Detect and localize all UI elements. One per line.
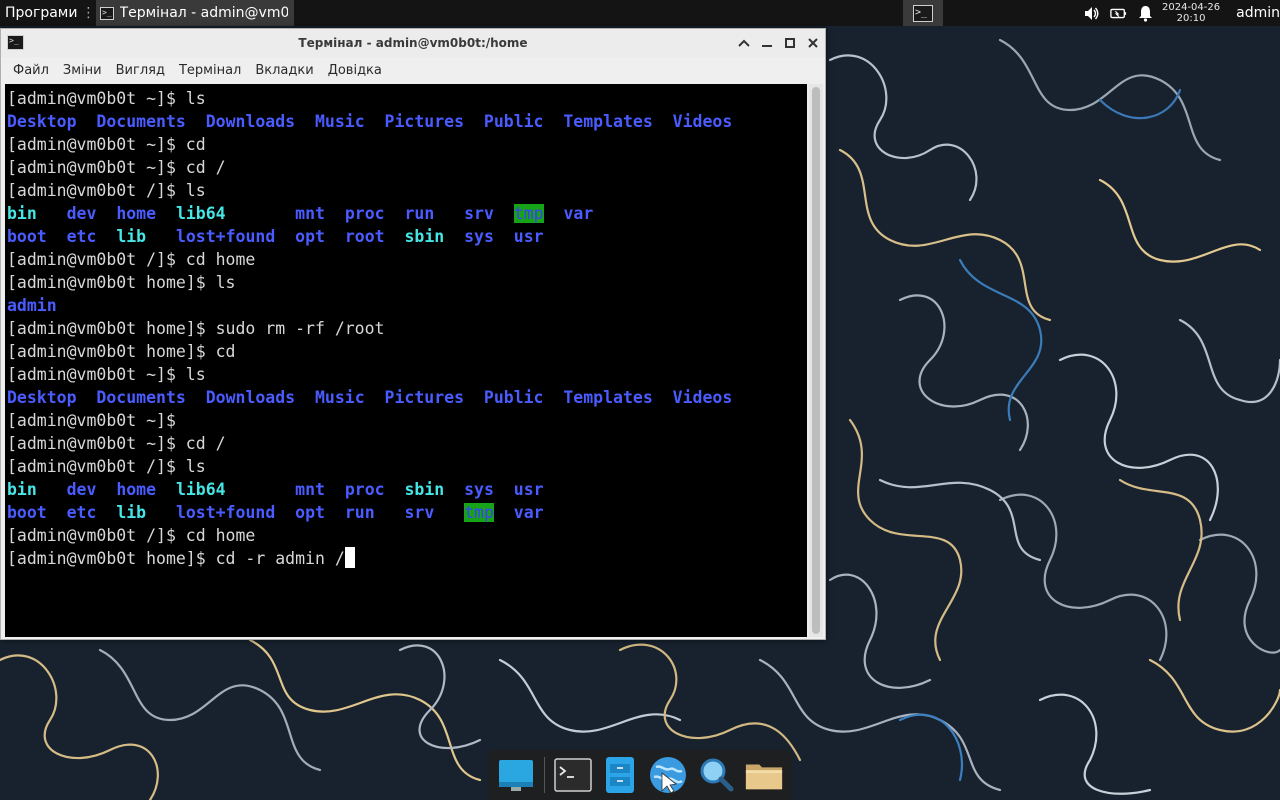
window-title: Термінал - admin@vm0b0t:/home [298, 36, 528, 50]
terminal-output[interactable]: [admin@vm0b0t ~]$ ls Desktop Documents Do… [5, 84, 807, 637]
applications-menu-button[interactable]: Програми ⋮ [0, 0, 96, 26]
window-maximize-button[interactable] [781, 33, 798, 53]
window-titlebar[interactable]: >_ Термінал - admin@vm0b0t:/home [1, 29, 825, 57]
terminal-line: [admin@vm0b0t /]$ ls [7, 457, 206, 476]
dock-app-finder[interactable] [696, 755, 736, 795]
menu-grip-icon: ⋮ [81, 5, 96, 21]
terminal-icon [553, 758, 592, 792]
terminal-line: [admin@vm0b0t /]$ cd home [7, 526, 256, 545]
user-menu[interactable]: admin [1230, 0, 1280, 26]
window-minimize-button[interactable] [758, 33, 775, 53]
system-tray [1083, 5, 1154, 22]
terminal-line: Desktop Documents Downloads Music Pictur… [7, 388, 733, 407]
window-close-button[interactable] [804, 33, 821, 53]
terminal-line: [admin@vm0b0t ~]$ ls [7, 365, 206, 384]
desktop-icon [498, 760, 533, 791]
terminal-menubar: Файл Зміни Вигляд Термінал Вкладки Довід… [1, 57, 825, 83]
notification-bell-icon[interactable] [1137, 5, 1154, 22]
maximize-icon [784, 38, 795, 48]
terminal-line: Desktop Documents Downloads Music Pictur… [7, 112, 733, 131]
terminal-window: >_ Термінал - admin@vm0b0t:/home Файл Зм… [0, 28, 826, 640]
terminal-line: [admin@vm0b0t ~]$ cd / [7, 434, 226, 453]
terminal-line: [admin@vm0b0t ~]$ [7, 411, 176, 430]
terminal-icon: >_ [913, 4, 933, 22]
terminal-line: [admin@vm0b0t ~]$ ls [7, 89, 206, 108]
file-manager-icon [606, 757, 635, 793]
terminal-line: [admin@vm0b0t home]$ sudo rm -rf /root [7, 319, 385, 338]
top-panel: Програми ⋮ >_ Термінал - admin@vm0b... >… [0, 0, 1280, 26]
folder-icon [745, 764, 783, 790]
terminal-line: bin dev home lib64 mnt proc run srv tmp … [7, 204, 594, 223]
menu-terminal[interactable]: Термінал [172, 63, 248, 78]
dock-home-folder[interactable] [744, 755, 784, 795]
volume-icon[interactable] [1083, 5, 1100, 22]
taskbar-item-label: Термінал - admin@vm0b... [119, 5, 288, 21]
battery-icon[interactable] [1110, 5, 1127, 22]
menu-help[interactable]: Довідка [321, 63, 389, 78]
dock [488, 750, 792, 800]
dock-file-manager[interactable] [600, 755, 640, 795]
panel-clock[interactable]: 2024-04-26 20:10 [1162, 2, 1220, 24]
dock-show-desktop[interactable] [496, 755, 536, 795]
panel-terminal-launcher[interactable]: >_ [903, 0, 943, 26]
menu-tabs[interactable]: Вкладки [248, 63, 320, 78]
terminal-line: bin dev home lib64 mnt proc sbin sys usr [7, 480, 544, 499]
clock-time: 20:10 [1176, 13, 1206, 24]
menu-file[interactable]: Файл [1, 63, 56, 78]
scrollbar-thumb[interactable] [812, 87, 820, 634]
terminal-line: boot etc lib lost+found opt root sbin sy… [7, 227, 544, 246]
taskbar-item-terminal[interactable]: >_ Термінал - admin@vm0b... [96, 0, 294, 26]
applications-menu-label: Програми [5, 5, 78, 21]
close-icon [807, 38, 818, 48]
terminal-line: [admin@vm0b0t ~]$ cd / [7, 158, 226, 177]
terminal-line: admin [7, 296, 57, 315]
terminal-cursor [344, 547, 355, 568]
clock-date: 2024-04-26 [1162, 2, 1221, 13]
terminal-line: [admin@vm0b0t home]$ ls [7, 273, 236, 292]
app-finder-icon [700, 758, 734, 792]
terminal-line: [admin@vm0b0t /]$ cd home [7, 250, 256, 269]
menu-view[interactable]: Вигляд [109, 63, 172, 78]
terminal-icon: >_ [100, 6, 114, 20]
chevron-up-icon [737, 39, 750, 47]
dock-terminal[interactable] [553, 755, 593, 795]
terminal-scrollbar[interactable] [809, 84, 823, 637]
terminal-line: [admin@vm0b0t ~]$ cd [7, 135, 206, 154]
menu-edit[interactable]: Зміни [56, 63, 109, 78]
dock-web-browser[interactable] [648, 755, 688, 795]
terminal-line: [admin@vm0b0t /]$ ls [7, 181, 206, 200]
terminal-line: [admin@vm0b0t home]$ cd -r admin / [7, 547, 355, 570]
minimize-icon [761, 45, 772, 47]
window-shade-button[interactable] [735, 33, 752, 53]
web-browser-icon [650, 757, 687, 794]
terminal-line: boot etc lib lost+found opt run srv tmp … [7, 503, 544, 522]
terminal-line: [admin@vm0b0t home]$ cd [7, 342, 236, 361]
